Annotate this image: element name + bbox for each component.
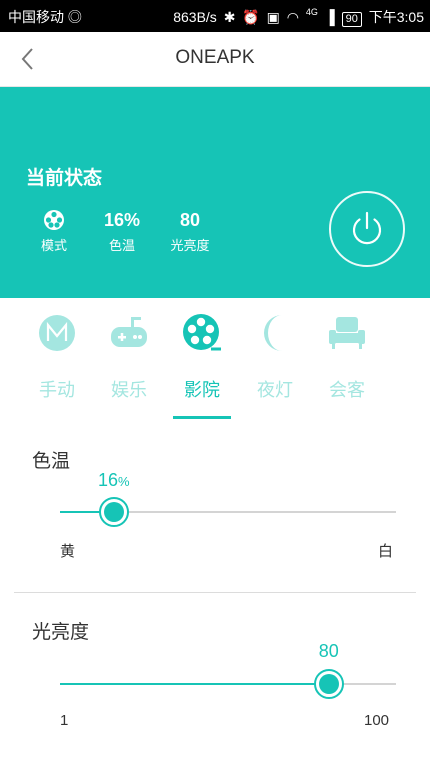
power-icon [352, 211, 382, 245]
brightness-slider-thumb[interactable] [313, 669, 344, 699]
gamepad-icon [111, 317, 147, 347]
brightness-stat: 80 光亮度 [162, 207, 218, 254]
brightness-min-label: 1 [60, 712, 69, 729]
color-temp-min-label: 黄 [60, 543, 76, 560]
sofa-icon [329, 317, 365, 349]
carrier: 中国移动 ◎ [8, 7, 82, 27]
sync-icon: ◎ [67, 9, 82, 25]
brightness-max-label: 100 [364, 712, 390, 729]
mode-entertainment[interactable]: 娱乐 [93, 312, 165, 402]
hd-icon: ▣ [266, 9, 280, 25]
brightness-value: 80 [179, 210, 201, 230]
color-temp-slider[interactable] [60, 497, 396, 527]
page-title: ONEAPK [175, 47, 255, 68]
nav-bar: ONEAPK [0, 32, 430, 87]
brightness-slider[interactable] [60, 669, 396, 699]
clock: 下午3:05 [368, 9, 424, 25]
mode-label-entertainment: 娱乐 [111, 380, 147, 401]
alarm-icon: ⏰ [242, 9, 260, 25]
moon-icon [264, 315, 282, 351]
mode-label-reception: 会客 [329, 380, 365, 401]
bluetooth-icon: ✱ [223, 9, 236, 25]
color-temp-label: 色温 [108, 239, 135, 254]
current-mode: 模式 [34, 207, 74, 254]
film-reel-icon [44, 210, 64, 230]
mode-selector: 手动 娱乐 影院 夜灯 会客 [0, 298, 430, 430]
film-reel-icon [183, 314, 221, 351]
color-temp-number: 16 [97, 470, 118, 490]
mode-label-night-light: 夜灯 [257, 380, 293, 401]
mode-cinema[interactable]: 影院 [166, 312, 238, 419]
brightness-slider-fill [60, 683, 329, 685]
network-type: 4G [305, 7, 318, 17]
color-temp-slider-thumb[interactable] [98, 497, 129, 527]
color-temp-unit: % [117, 474, 130, 489]
status-icons: 863B/s ✱ ⏰ ▣ ◠ 4G ▐ 90 下午3:05 [170, 7, 424, 27]
mode-night-light[interactable]: 夜灯 [239, 312, 311, 402]
mode-label-manual: 手动 [39, 380, 75, 401]
color-temp-value: 16% [103, 210, 141, 230]
power-button[interactable] [329, 191, 405, 267]
active-tab-indicator [173, 416, 231, 419]
color-temp-max-label: 白 [378, 543, 394, 560]
net-speed: 863B/s [173, 9, 217, 25]
mode-label-cinema: 影院 [184, 380, 220, 401]
status-panel: 当前状态 模式 16% 色温 80 光亮度 [0, 87, 430, 298]
status-title: 当前状态 [26, 167, 103, 189]
section-divider [14, 592, 416, 593]
mode-manual[interactable]: 手动 [21, 312, 93, 402]
color-temp-slider-value: 16% [84, 470, 144, 491]
status-bar: 中国移动 ◎ 863B/s ✱ ⏰ ▣ ◠ 4G ▐ 90 下午3:05 [0, 0, 430, 32]
mode-reception[interactable]: 会客 [311, 312, 383, 402]
wifi-icon: ◠ [286, 9, 299, 25]
signal-icon: ▐ [324, 9, 335, 25]
battery-icon: 90 [341, 12, 362, 27]
brightness-section-title: 光亮度 [32, 621, 90, 643]
brightness-slider-value: 80 [318, 641, 339, 661]
color-temp-stat: 16% 色温 [98, 207, 146, 254]
brightness-label: 光亮度 [170, 239, 210, 254]
mode-label: 模式 [40, 239, 67, 254]
color-temp-section-title: 色温 [32, 450, 71, 472]
carrier-name: 中国移动 [8, 9, 64, 25]
m-icon [39, 315, 75, 351]
